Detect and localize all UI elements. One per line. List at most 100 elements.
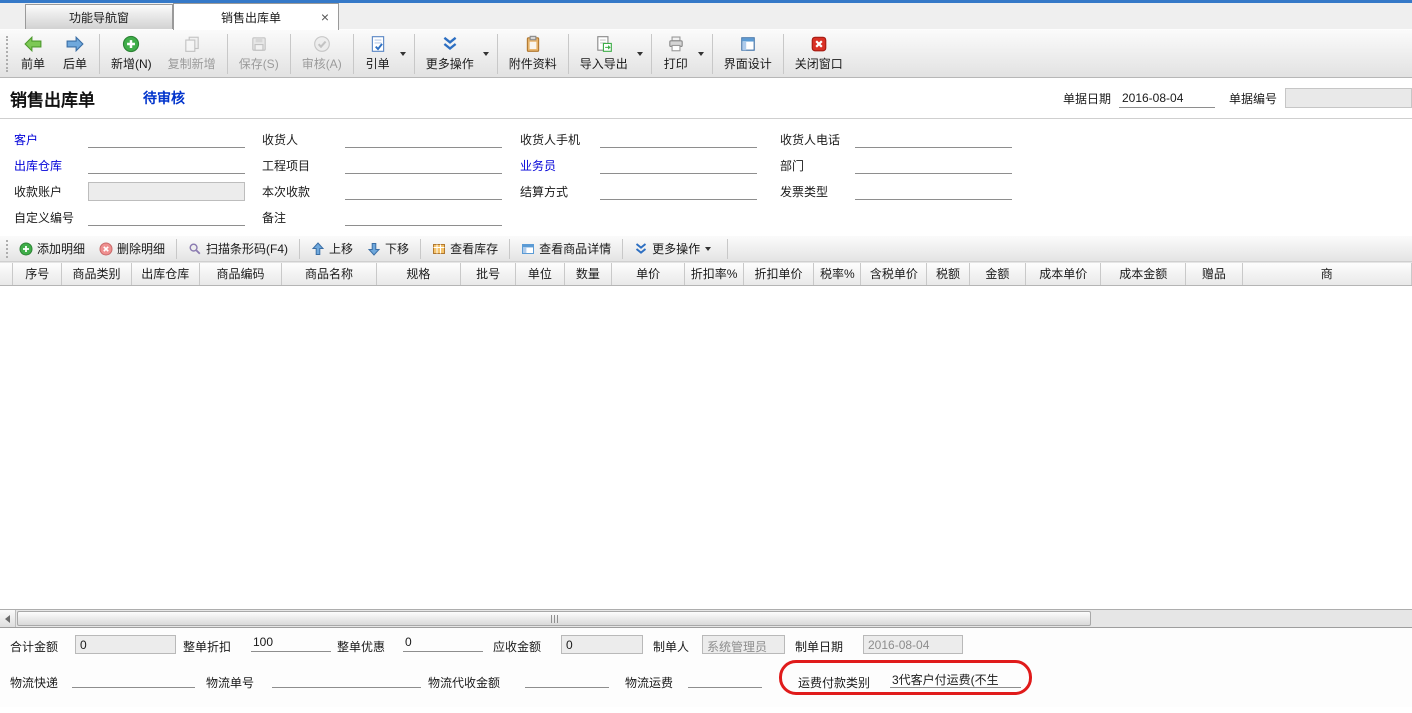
delete-detail-button[interactable]: 删除明细	[92, 238, 172, 260]
view-product-detail-button[interactable]: 查看商品详情	[514, 238, 618, 260]
doc-date-input[interactable]: 2016-08-04	[1119, 89, 1215, 108]
import-export-icon	[595, 35, 613, 53]
column-header[interactable]: 商	[1243, 263, 1412, 286]
logistics-freight-input[interactable]	[688, 669, 762, 688]
remark-input[interactable]	[345, 208, 502, 226]
column-header[interactable]: 序号	[13, 263, 62, 286]
button-label: 查看商品详情	[539, 240, 611, 257]
invoice-type-input[interactable]	[855, 182, 1012, 200]
button-label: 复制新增	[168, 55, 216, 72]
department-input[interactable]	[855, 156, 1012, 174]
settlement-method-input[interactable]	[600, 182, 757, 200]
column-header[interactable]: 单价	[612, 263, 685, 286]
more-actions-dropdown-caret[interactable]	[483, 52, 489, 56]
logistics-tracking-label: 物流单号	[206, 674, 254, 691]
main-toolbar: 前单 后单 新增(N) 复制新增 保存(S) 审核(A) 引单 更多操作	[0, 30, 1412, 78]
column-header[interactable]: 商品编码	[200, 263, 283, 286]
view-inventory-button[interactable]: 查看库存	[425, 238, 505, 260]
button-label: 更多操作	[652, 240, 700, 257]
project-label: 工程项目	[262, 157, 345, 174]
column-header[interactable]: 税率%	[814, 263, 861, 286]
consignee-phone-input[interactable]	[855, 130, 1012, 148]
column-header[interactable]: 成本金额	[1101, 263, 1186, 286]
toolbar-separator	[712, 34, 713, 74]
column-header[interactable]: 数量	[565, 263, 612, 286]
prev-order-button[interactable]: 前单	[12, 33, 54, 74]
pull-order-button[interactable]: 引单	[357, 33, 399, 74]
column-header[interactable]: 金额	[970, 263, 1026, 286]
warehouse-input[interactable]	[88, 156, 245, 174]
attachments-button[interactable]: 附件资料	[501, 33, 565, 74]
button-label: 审核(A)	[302, 55, 342, 72]
clipboard-icon	[524, 35, 542, 53]
total-amount-input: 0	[75, 635, 176, 654]
order-preferential-input[interactable]: 0	[403, 633, 483, 652]
scan-barcode-button[interactable]: 扫描条形码(F4)	[181, 238, 295, 260]
pull-order-dropdown-caret[interactable]	[400, 52, 406, 56]
order-discount-input[interactable]: 100	[251, 633, 331, 652]
logistics-express-input[interactable]	[72, 669, 195, 688]
create-date-input: 2016-08-04	[863, 635, 963, 654]
items-table-body[interactable]	[0, 286, 1412, 610]
new-button[interactable]: 新增(N)	[103, 33, 160, 74]
print-button[interactable]: 打印	[655, 33, 697, 74]
print-dropdown-caret[interactable]	[698, 52, 704, 56]
consignee-mobile-input[interactable]	[600, 130, 757, 148]
ui-design-button[interactable]: 界面设计	[716, 33, 780, 74]
column-header[interactable]: 商品名称	[282, 263, 376, 286]
doc-number-label: 单据编号	[1229, 90, 1277, 107]
logistics-cod-input[interactable]	[525, 669, 609, 688]
close-tab-icon[interactable]: ×	[312, 9, 338, 25]
copy-new-button: 复制新增	[160, 33, 224, 74]
button-label: 保存(S)	[239, 55, 279, 72]
more-actions-button[interactable]: 更多操作	[418, 33, 482, 74]
doc-pull-icon	[369, 35, 387, 53]
column-header[interactable]: 批号	[461, 263, 516, 286]
toolbar-separator	[783, 34, 784, 74]
current-receipt-input[interactable]	[345, 182, 502, 200]
project-input[interactable]	[345, 156, 502, 174]
scroll-left-button[interactable]	[0, 610, 16, 627]
customer-label[interactable]: 客户	[14, 131, 88, 148]
column-header[interactable]: 含税单价	[861, 263, 927, 286]
tab-function-nav[interactable]: 功能导航窗	[25, 4, 173, 29]
column-header[interactable]: 出库仓库	[132, 263, 200, 286]
import-export-button[interactable]: 导入导出	[572, 33, 636, 74]
button-label: 引单	[366, 55, 390, 72]
detail-more-actions-button[interactable]: 更多操作	[627, 238, 723, 260]
consignee-input[interactable]	[345, 130, 502, 148]
receipt-account-label: 收款账户	[14, 183, 88, 200]
scrollbar-thumb[interactable]	[17, 611, 1091, 626]
salesman-label[interactable]: 业务员	[520, 157, 600, 174]
warehouse-label[interactable]: 出库仓库	[14, 157, 88, 174]
move-down-button[interactable]: 下移	[360, 238, 416, 260]
audit-button: 审核(A)	[294, 33, 350, 74]
toolbar-grip	[6, 240, 8, 258]
freight-pay-category-input[interactable]: 3代客户付运费(不生	[890, 669, 1021, 688]
add-detail-button[interactable]: 添加明细	[12, 238, 92, 260]
custom-number-input[interactable]	[88, 208, 245, 226]
import-export-dropdown-caret[interactable]	[637, 52, 643, 56]
invoice-type-label: 发票类型	[780, 183, 855, 200]
column-header[interactable]: 成本单价	[1026, 263, 1101, 286]
move-up-button[interactable]: 上移	[304, 238, 360, 260]
column-header[interactable]: 单位	[516, 263, 565, 286]
column-header[interactable]: 赠品	[1186, 263, 1242, 286]
page-title: 销售出库单	[10, 86, 95, 111]
column-header[interactable]: 规格	[377, 263, 462, 286]
close-window-button[interactable]: 关闭窗口	[787, 33, 851, 74]
next-order-button[interactable]: 后单	[54, 33, 96, 74]
floppy-save-icon	[250, 35, 268, 53]
column-header[interactable]: 商品类别	[62, 263, 132, 286]
button-label: 导入导出	[580, 55, 628, 72]
remove-circle-icon	[99, 242, 113, 256]
column-header[interactable]: 折扣率%	[685, 263, 743, 286]
logistics-tracking-input[interactable]	[272, 669, 421, 688]
salesman-input[interactable]	[600, 156, 757, 174]
customer-input[interactable]	[88, 130, 245, 148]
items-table-header: 序号 商品类别 出库仓库 商品编码 商品名称 规格 批号 单位 数量 单价 折扣…	[0, 262, 1412, 286]
column-header[interactable]: 税额	[927, 263, 969, 286]
tab-sales-outbound[interactable]: 销售出库单 ×	[173, 3, 339, 30]
column-header[interactable]: 折扣单价	[744, 263, 815, 286]
detail-more-dropdown-caret[interactable]	[705, 247, 711, 251]
